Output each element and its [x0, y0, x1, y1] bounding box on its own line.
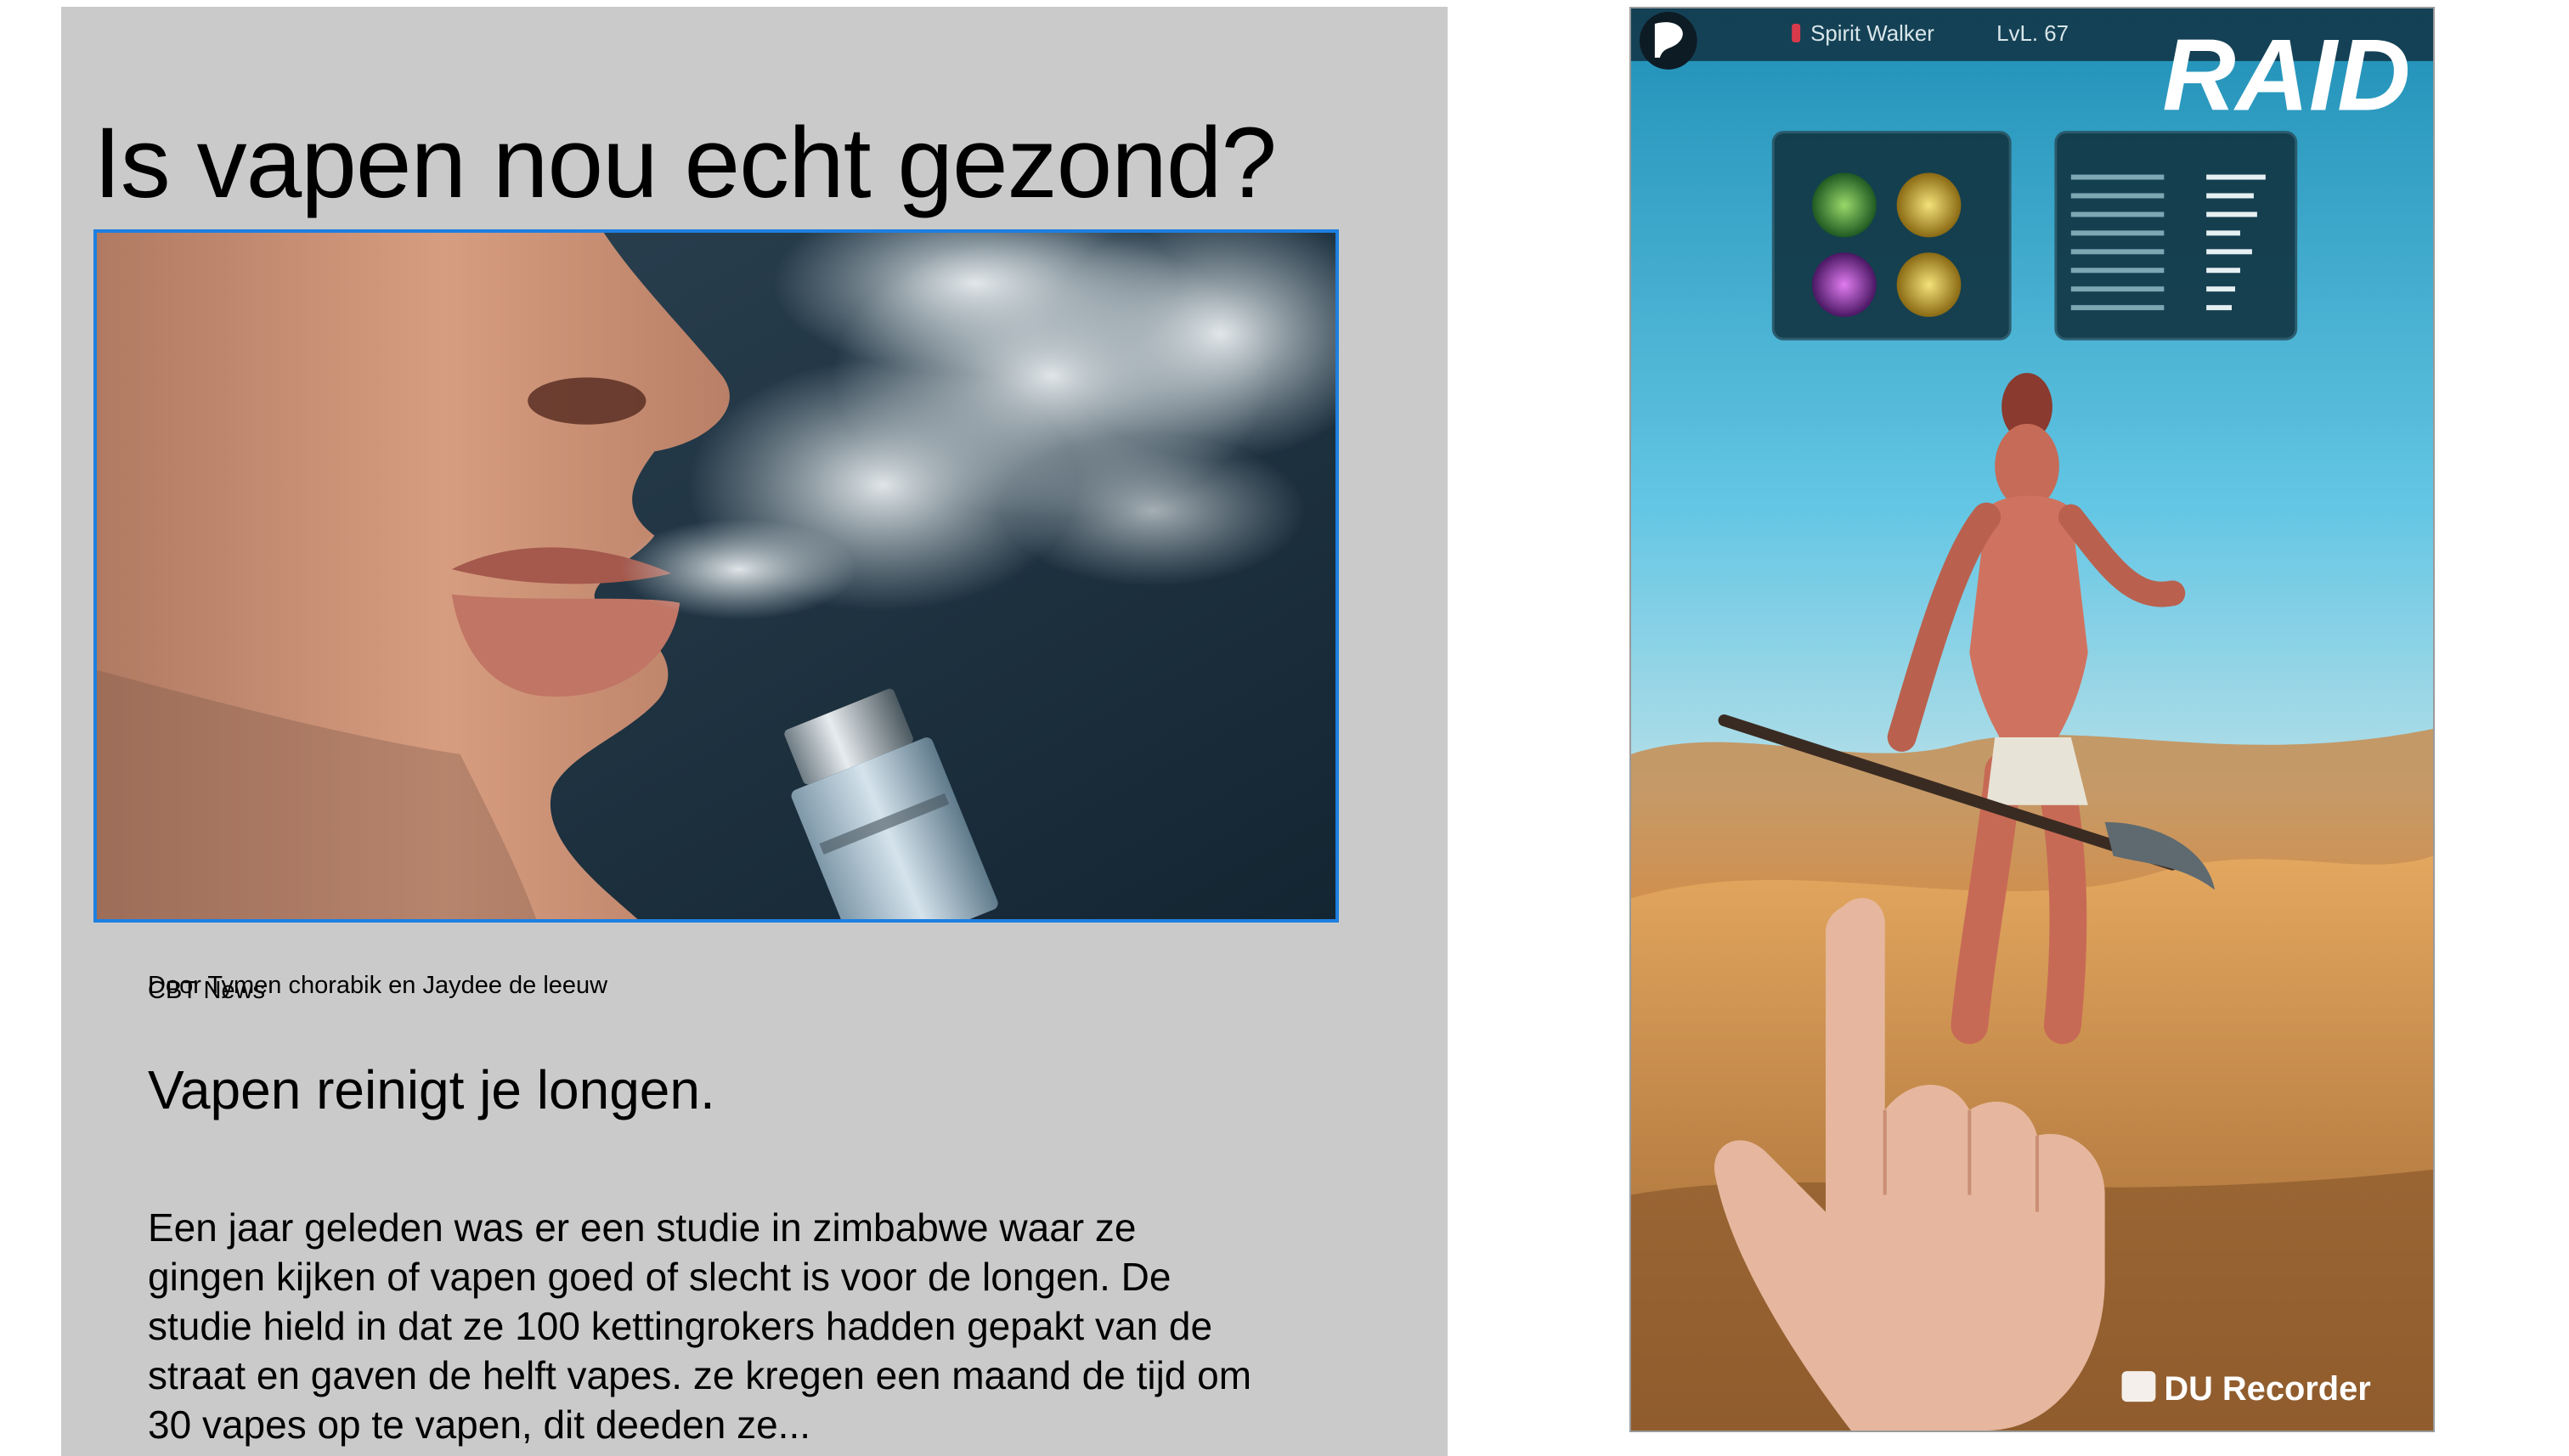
skill-orb-icon[interactable]: [1896, 252, 1962, 318]
article-title: Is vapen nou echt gezond?: [93, 107, 1277, 219]
stats-panel: [2054, 131, 2298, 341]
skills-panel: [1771, 131, 2012, 341]
raid-logo: RAID: [2162, 20, 2410, 133]
champion-level: LvL. 67: [1996, 22, 2069, 46]
champion-badge-icon: [1792, 23, 1801, 42]
streamer-logo-icon: [1639, 11, 1697, 70]
vaping-photo: [97, 233, 1335, 919]
recorder-label: DU Recorder: [2164, 1370, 2370, 1408]
article-body-text: Een jaar geleden was er een studie in zi…: [148, 1205, 1252, 1447]
vaping-hero-image[interactable]: [93, 229, 1339, 923]
champion-name: Spirit Walker: [1810, 22, 1934, 46]
game-screenshot[interactable]: Spirit Walker LvL. 67 RAID DU Recorder: [1629, 7, 2435, 1432]
skill-orb-icon[interactable]: [1812, 252, 1877, 318]
raid-game-scene: Spirit Walker LvL. 67 RAID DU Recorder: [1631, 8, 2433, 1431]
article-panel: Is vapen nou echt gezond? Door Tymen cho…: [61, 7, 1448, 1456]
section-heading: Vapen reinigt je longen.: [148, 1059, 715, 1120]
skill-orb-icon[interactable]: [1812, 172, 1877, 238]
article-source-label: CBT News: [148, 977, 266, 1004]
recorder-camera-icon: [2121, 1371, 2156, 1402]
skill-orb-icon[interactable]: [1896, 172, 1962, 238]
